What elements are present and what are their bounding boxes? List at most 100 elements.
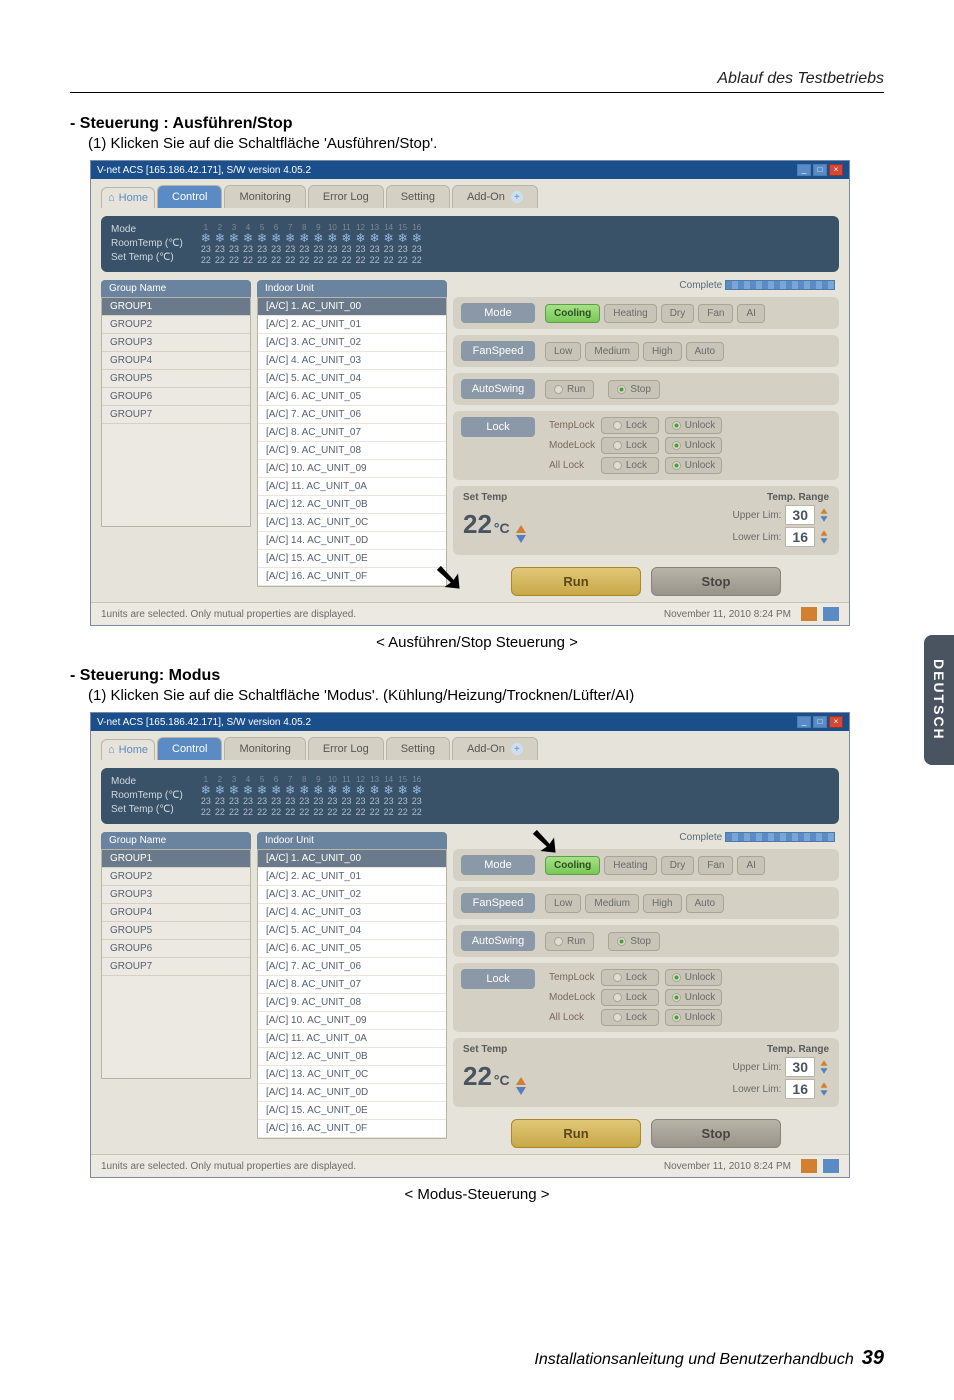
tab-setting[interactable]: Setting (386, 185, 450, 208)
unit-item[interactable]: [A/C] 13. AC_UNIT_0C (258, 514, 446, 532)
modelock-unlock[interactable]: Unlock (665, 989, 723, 1006)
templock-lock[interactable]: Lock (601, 969, 659, 986)
unit-item[interactable]: [A/C] 4. AC_UNIT_03 (258, 352, 446, 370)
temp-down-icon[interactable] (516, 535, 526, 543)
strip-unit-13[interactable]: 13❄2322 (370, 222, 380, 266)
temp-up-icon[interactable] (516, 525, 526, 533)
fan-high[interactable]: High (643, 342, 682, 361)
unit-item[interactable]: [A/C] 2. AC_UNIT_01 (258, 316, 446, 334)
strip-unit-8[interactable]: 8❄2322 (299, 774, 309, 818)
group-list[interactable]: GROUP1GROUP2GROUP3GROUP4GROUP5GROUP6GROU… (101, 297, 251, 527)
temp-down-icon[interactable] (516, 1087, 526, 1095)
group-item[interactable]: GROUP2 (102, 868, 250, 886)
unit-item[interactable]: [A/C] 7. AC_UNIT_06 (258, 958, 446, 976)
unit-item[interactable]: [A/C] 14. AC_UNIT_0D (258, 1084, 446, 1102)
mode-dry[interactable]: Dry (661, 856, 695, 875)
maximize-icon[interactable]: □ (813, 716, 827, 728)
mode-cooling[interactable]: Cooling (545, 304, 600, 323)
group-item[interactable]: GROUP1 (102, 850, 250, 868)
modelock-lock[interactable]: Lock (601, 437, 659, 454)
tab-setting[interactable]: Setting (386, 737, 450, 760)
strip-unit-15[interactable]: 15❄2322 (398, 222, 408, 266)
maximize-icon[interactable]: □ (813, 164, 827, 176)
stop-button[interactable]: Stop (651, 1119, 781, 1148)
group-item[interactable]: GROUP5 (102, 922, 250, 940)
tab-addon[interactable]: Add-On+ (452, 185, 538, 208)
unit-item[interactable]: [A/C] 3. AC_UNIT_02 (258, 886, 446, 904)
tab-errorlog[interactable]: Error Log (308, 737, 384, 760)
fan-high[interactable]: High (643, 894, 682, 913)
alllock-lock[interactable]: Lock (601, 1009, 659, 1026)
mode-fan[interactable]: Fan (698, 856, 733, 875)
strip-unit-12[interactable]: 12❄2322 (355, 774, 365, 818)
modelock-unlock[interactable]: Unlock (665, 437, 723, 454)
temp-up-icon[interactable] (516, 1077, 526, 1085)
modelock-lock[interactable]: Lock (601, 989, 659, 1006)
upper-down-icon[interactable] (821, 1068, 828, 1074)
run-button[interactable]: Run (511, 1119, 641, 1148)
strip-unit-3[interactable]: 3❄2322 (229, 774, 239, 818)
group-item[interactable]: GROUP6 (102, 388, 250, 406)
tab-control[interactable]: Control (157, 737, 222, 760)
unit-item[interactable]: [A/C] 6. AC_UNIT_05 (258, 940, 446, 958)
unit-item[interactable]: [A/C] 10. AC_UNIT_09 (258, 460, 446, 478)
fan-auto[interactable]: Auto (686, 894, 725, 913)
mode-dry[interactable]: Dry (661, 304, 695, 323)
strip-unit-5[interactable]: 5❄2322 (257, 222, 267, 266)
mode-heating[interactable]: Heating (604, 304, 656, 323)
strip-unit-14[interactable]: 14❄2322 (384, 222, 394, 266)
tab-control[interactable]: Control (157, 185, 222, 208)
strip-unit-1[interactable]: 1❄2322 (201, 222, 211, 266)
upper-up-icon[interactable] (821, 508, 828, 514)
strip-unit-11[interactable]: 11❄2322 (341, 774, 351, 818)
swing-run[interactable]: Run (545, 932, 594, 951)
group-item[interactable]: GROUP4 (102, 352, 250, 370)
mode-fan[interactable]: Fan (698, 304, 733, 323)
fan-auto[interactable]: Auto (686, 342, 725, 361)
lower-up-icon[interactable] (821, 1082, 828, 1088)
strip-unit-7[interactable]: 7❄2322 (285, 222, 295, 266)
swing-run[interactable]: Run (545, 380, 594, 399)
unit-item[interactable]: [A/C] 2. AC_UNIT_01 (258, 868, 446, 886)
mode-heating[interactable]: Heating (604, 856, 656, 875)
group-item[interactable]: GROUP3 (102, 886, 250, 904)
tab-errorlog[interactable]: Error Log (308, 185, 384, 208)
unit-item[interactable]: [A/C] 7. AC_UNIT_06 (258, 406, 446, 424)
group-item[interactable]: GROUP3 (102, 334, 250, 352)
strip-unit-4[interactable]: 4❄2322 (243, 774, 253, 818)
unit-list[interactable]: [A/C] 1. AC_UNIT_00[A/C] 2. AC_UNIT_01[A… (257, 849, 447, 1139)
unit-item[interactable]: [A/C] 11. AC_UNIT_0A (258, 1030, 446, 1048)
unit-item[interactable]: [A/C] 1. AC_UNIT_00 (258, 850, 446, 868)
alllock-lock[interactable]: Lock (601, 457, 659, 474)
strip-unit-7[interactable]: 7❄2322 (285, 774, 295, 818)
strip-unit-8[interactable]: 8❄2322 (299, 222, 309, 266)
strip-unit-15[interactable]: 15❄2322 (398, 774, 408, 818)
unit-item[interactable]: [A/C] 14. AC_UNIT_0D (258, 532, 446, 550)
unit-item[interactable]: [A/C] 12. AC_UNIT_0B (258, 496, 446, 514)
lower-down-icon[interactable] (821, 1090, 828, 1096)
unit-item[interactable]: [A/C] 8. AC_UNIT_07 (258, 976, 446, 994)
strip-unit-13[interactable]: 13❄2322 (370, 774, 380, 818)
strip-unit-16[interactable]: 16❄2322 (412, 774, 422, 818)
tab-addon[interactable]: Add-On+ (452, 737, 538, 760)
fan-low[interactable]: Low (545, 342, 581, 361)
templock-unlock[interactable]: Unlock (665, 969, 723, 986)
strip-unit-16[interactable]: 16❄2322 (412, 222, 422, 266)
swing-stop[interactable]: Stop (608, 932, 660, 951)
templock-unlock[interactable]: Unlock (665, 417, 723, 434)
unit-item[interactable]: [A/C] 15. AC_UNIT_0E (258, 550, 446, 568)
unit-item[interactable]: [A/C] 4. AC_UNIT_03 (258, 904, 446, 922)
strip-unit-9[interactable]: 9❄2322 (313, 774, 323, 818)
upper-down-icon[interactable] (821, 516, 828, 522)
unit-item[interactable]: [A/C] 10. AC_UNIT_09 (258, 1012, 446, 1030)
unit-item[interactable]: [A/C] 16. AC_UNIT_0F (258, 1120, 446, 1138)
unit-item[interactable]: [A/C] 11. AC_UNIT_0A (258, 478, 446, 496)
alllock-unlock[interactable]: Unlock (665, 457, 723, 474)
unit-item[interactable]: [A/C] 1. AC_UNIT_00 (258, 298, 446, 316)
upper-up-icon[interactable] (821, 1060, 828, 1066)
mode-ai[interactable]: AI (737, 856, 764, 875)
group-item[interactable]: GROUP2 (102, 316, 250, 334)
tab-monitoring[interactable]: Monitoring (224, 185, 305, 208)
templock-lock[interactable]: Lock (601, 417, 659, 434)
group-item[interactable]: GROUP4 (102, 904, 250, 922)
